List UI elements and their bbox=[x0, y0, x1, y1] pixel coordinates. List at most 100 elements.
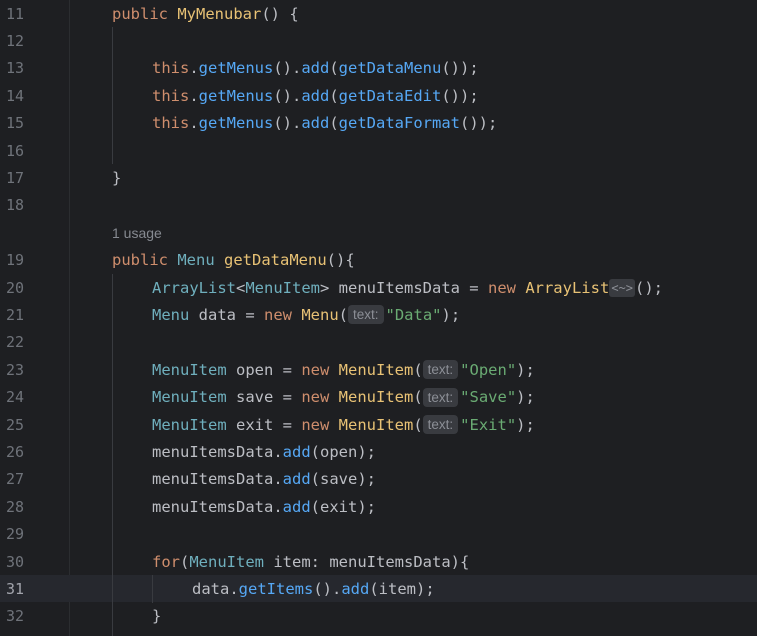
code-line[interactable]: 20 ArrayList < MenuItem > menuItemsData = ne… bbox=[0, 274, 757, 301]
code-line[interactable]: 32} bbox=[0, 603, 757, 630]
code-text: menuItemsData. add (exit); bbox=[152, 493, 376, 520]
code-text: MenuItem save = new MenuItem(text: "Save"… bbox=[152, 384, 535, 411]
code-token: < bbox=[236, 278, 246, 297]
code-token: menuItemsData. bbox=[152, 470, 283, 489]
code-token: } bbox=[152, 607, 162, 626]
code-line[interactable]: 16 bbox=[0, 137, 757, 164]
usage-hint-row[interactable]: 1 usage bbox=[0, 219, 757, 246]
code-token: ( bbox=[413, 415, 423, 434]
code-token: getMenus bbox=[198, 86, 274, 105]
code-line[interactable]: 29 bbox=[0, 521, 757, 548]
code-token: save = bbox=[236, 388, 302, 407]
code-token: "Open" bbox=[460, 360, 517, 379]
code-token: ( bbox=[329, 59, 339, 78]
code-token: ( bbox=[338, 305, 348, 324]
code-line[interactable]: 17} bbox=[0, 164, 757, 191]
line-number: 21 bbox=[6, 305, 25, 324]
code-line[interactable]: 23 MenuItem open = new MenuItem(text: "Ope… bbox=[0, 356, 757, 383]
code-token: (){ bbox=[326, 251, 355, 270]
code-token: add bbox=[282, 470, 311, 489]
code-text: this. getMenus (). add(getDataFormat ()); bbox=[152, 110, 497, 137]
code-token: ArrayList bbox=[152, 278, 236, 297]
code-line[interactable]: 21 Menu data = new Menu(text: "Data"); bbox=[0, 301, 757, 328]
code-token: MenuItem bbox=[152, 415, 236, 434]
usages-link[interactable]: 1 usage bbox=[112, 225, 162, 241]
code-line[interactable]: 12 bbox=[0, 27, 757, 54]
code-token: MenuItem bbox=[338, 388, 414, 407]
code-token: (). bbox=[273, 86, 302, 105]
code-line[interactable]: 14 this. getMenus (). add(getDataEdit ()); bbox=[0, 82, 757, 109]
line-number: 32 bbox=[6, 607, 25, 626]
code-line[interactable]: 31 data. getItems (). add (item); bbox=[0, 575, 757, 603]
code-line[interactable]: 19 public Menu getDataMenu(){ bbox=[0, 247, 757, 274]
code-token: (). bbox=[273, 114, 302, 133]
diamond-hint: <~> bbox=[609, 278, 635, 297]
code-line[interactable]: 11 public MyMenubar() { bbox=[0, 0, 757, 27]
code-line[interactable]: 27 menuItemsData. add (save); bbox=[0, 466, 757, 493]
line-number: 24 bbox=[6, 388, 25, 407]
code-token: menuItemsData. bbox=[152, 497, 283, 516]
code-text: this. getMenus (). add(getDataMenu ()); bbox=[152, 55, 479, 82]
code-token: (item); bbox=[369, 579, 435, 598]
parameter-hint: text: bbox=[348, 305, 384, 325]
code-token: ()); bbox=[460, 114, 498, 133]
code-token: item: menuItemsData){ bbox=[273, 552, 470, 571]
parameter-hint: text: bbox=[422, 360, 459, 380]
code-text: for(MenuItem item: menuItemsData){ bbox=[152, 548, 469, 575]
code-line[interactable]: 18 bbox=[0, 192, 757, 219]
code-token: MenuItem bbox=[338, 360, 414, 379]
code-token: getItems bbox=[238, 579, 314, 598]
code-token: new bbox=[301, 388, 339, 407]
code-line[interactable]: 24 MenuItem save = new MenuItem(text: "Sav… bbox=[0, 384, 757, 411]
code-token: MenuItem bbox=[152, 388, 236, 407]
code-token: Menu bbox=[152, 305, 199, 324]
code-token: new bbox=[301, 360, 339, 379]
code-token: (open); bbox=[310, 442, 376, 461]
code-token: MenuItem bbox=[338, 415, 414, 434]
code-token: . bbox=[189, 114, 199, 133]
code-text: MenuItem exit = new MenuItem(text: "Exit"… bbox=[152, 411, 535, 438]
line-number: 31 bbox=[6, 579, 25, 598]
code-token: getDataEdit bbox=[338, 86, 442, 105]
code-token: ()); bbox=[441, 59, 479, 78]
line-number: 18 bbox=[6, 196, 25, 215]
code-token: this bbox=[152, 86, 190, 105]
code-token: Menu bbox=[177, 251, 224, 270]
code-line[interactable]: 25 MenuItem exit = new MenuItem(text: "Exi… bbox=[0, 411, 757, 438]
code-line[interactable]: 15 this. getMenus (). add(getDataFormat ()); bbox=[0, 110, 757, 137]
code-token: } bbox=[112, 168, 122, 187]
code-line[interactable]: 30 for(MenuItem item: menuItemsData){ bbox=[0, 548, 757, 575]
code-token: "Data" bbox=[385, 305, 442, 324]
line-number: 22 bbox=[6, 333, 25, 352]
code-token: ( bbox=[329, 114, 339, 133]
code-token: . bbox=[189, 86, 199, 105]
code-line[interactable]: 13 this. getMenus (). add(getDataMenu ()); bbox=[0, 55, 757, 82]
code-text: menuItemsData. add (open); bbox=[152, 438, 376, 465]
parameter-hint: text: bbox=[422, 387, 459, 407]
line-number: 30 bbox=[6, 552, 25, 571]
code-token: MenuItem bbox=[189, 552, 274, 571]
code-editor[interactable]: 11 public MyMenubar() {12 13 this. getMenus(… bbox=[0, 0, 757, 636]
code-text: } bbox=[152, 603, 161, 630]
code-token: public bbox=[112, 4, 178, 23]
code-text: 1 usage bbox=[112, 219, 162, 246]
parameter-hint: text: bbox=[422, 415, 459, 434]
line-number: 12 bbox=[6, 31, 25, 50]
code-token: data = bbox=[198, 305, 264, 324]
code-text: menuItemsData. add (save); bbox=[152, 466, 376, 493]
line-number: 13 bbox=[6, 59, 25, 78]
code-token: add bbox=[282, 442, 311, 461]
code-line[interactable]: 26 menuItemsData. add (open); bbox=[0, 438, 757, 465]
code-token: "Exit" bbox=[460, 415, 517, 434]
code-line[interactable]: 28 menuItemsData. add (exit); bbox=[0, 493, 757, 520]
code-line[interactable]: 22 bbox=[0, 329, 757, 356]
code-token: Menu bbox=[301, 305, 339, 324]
code-token: getDataMenu bbox=[338, 59, 442, 78]
code-token: "Save" bbox=[460, 388, 517, 407]
code-token: for bbox=[152, 552, 180, 571]
code-token: open = bbox=[236, 360, 302, 379]
code-token: () { bbox=[261, 4, 299, 23]
code-token: ()); bbox=[441, 86, 479, 105]
code-token: (). bbox=[273, 59, 302, 78]
line-number: 15 bbox=[6, 114, 25, 133]
